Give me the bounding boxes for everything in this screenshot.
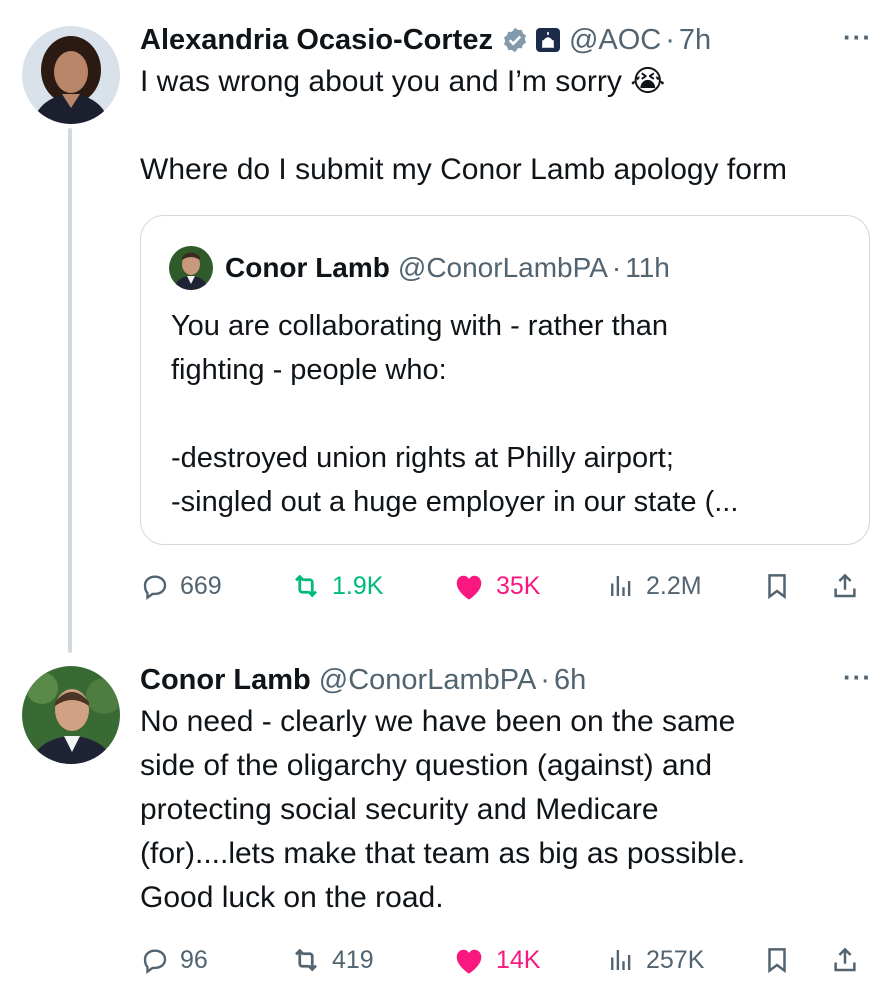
repost-icon [295, 948, 317, 972]
reply-button[interactable]: 96 [140, 940, 208, 980]
reply-icon [143, 575, 167, 600]
repost-count: 419 [332, 945, 374, 974]
quoted-tweet-time: 11h [625, 252, 670, 283]
tweet-text-second-paragraph: Where do I submit my Conor Lamb apology … [140, 153, 787, 186]
bookmark-button[interactable] [762, 566, 792, 606]
share-icon [834, 573, 856, 598]
reply-count: 96 [180, 945, 208, 974]
quoted-author-avatar [169, 246, 213, 290]
repost-count: 1.9K [332, 571, 384, 600]
views-icon [611, 950, 631, 970]
repost-button[interactable]: 1.9K [290, 566, 383, 606]
bookmark-button[interactable] [762, 940, 792, 980]
more-icon[interactable]: ··· [843, 22, 872, 53]
tweet1-header: Alexandria Ocasio-Cortez @AOC · 7h ··· I… [140, 20, 872, 192]
share-button[interactable] [830, 940, 860, 980]
tweet-time[interactable]: 7h [679, 20, 711, 60]
tweet-text: No need - clearly we have been on the sa… [140, 705, 746, 914]
like-button[interactable]: 14K [452, 940, 540, 980]
heart-icon [456, 949, 482, 974]
quoted-author-handle: @ConorLambPA [397, 252, 608, 283]
like-count: 35K [496, 571, 541, 600]
conor-lamb-avatar[interactable] [22, 666, 120, 764]
heart-icon [456, 575, 482, 600]
reply-count: 669 [180, 571, 222, 600]
author-name[interactable]: Alexandria Ocasio-Cortez [140, 20, 493, 60]
like-button[interactable]: 35K [452, 566, 540, 606]
views-button[interactable]: 257K [606, 940, 704, 980]
more-icon[interactable]: ··· [843, 662, 872, 693]
time-separator: · [611, 252, 622, 283]
time-separator: · [540, 664, 550, 696]
author-name[interactable]: Conor Lamb [140, 660, 311, 700]
views-icon [611, 576, 631, 596]
reply-button[interactable]: 669 [140, 566, 222, 606]
views-button[interactable]: 2.2M [606, 566, 702, 606]
tweet-time[interactable]: 6h [554, 660, 586, 700]
time-separator: · [665, 24, 675, 56]
like-count: 14K [496, 945, 541, 974]
crying-emoji: 😭 [630, 65, 666, 98]
quoted-tweet-text: You are collaborating with - rather than… [171, 310, 739, 518]
verified-badge-icon [501, 26, 529, 54]
share-button[interactable] [830, 566, 860, 606]
reply-icon [143, 949, 167, 974]
views-count: 257K [646, 945, 705, 974]
aoc-avatar[interactable] [22, 26, 120, 124]
share-icon [834, 947, 856, 972]
repost-button[interactable]: 419 [290, 940, 374, 980]
quoted-author-name: Conor Lamb [225, 252, 390, 283]
tweet2-action-bar: 96 419 14K 257K [140, 940, 870, 980]
bookmark-icon [768, 574, 786, 600]
tweet1-action-bar: 669 1.9K 35K 2.2M [140, 566, 870, 606]
bookmark-icon [768, 948, 786, 974]
author-handle[interactable]: @ConorLambPA [319, 660, 537, 700]
tweet-text: I was wrong about you and I’m sorry 😭 [140, 65, 666, 98]
author-handle[interactable]: @AOC [569, 20, 661, 60]
government-badge-icon [535, 27, 561, 53]
thread-connector-line [68, 128, 72, 653]
tweet2-body: Conor Lamb @ConorLambPA · 6h ··· No need… [140, 660, 872, 920]
repost-icon [295, 574, 317, 598]
views-count: 2.2M [646, 571, 702, 600]
quoted-tweet-card[interactable]: Conor Lamb @ConorLambPA · 11h You are co… [140, 215, 870, 545]
